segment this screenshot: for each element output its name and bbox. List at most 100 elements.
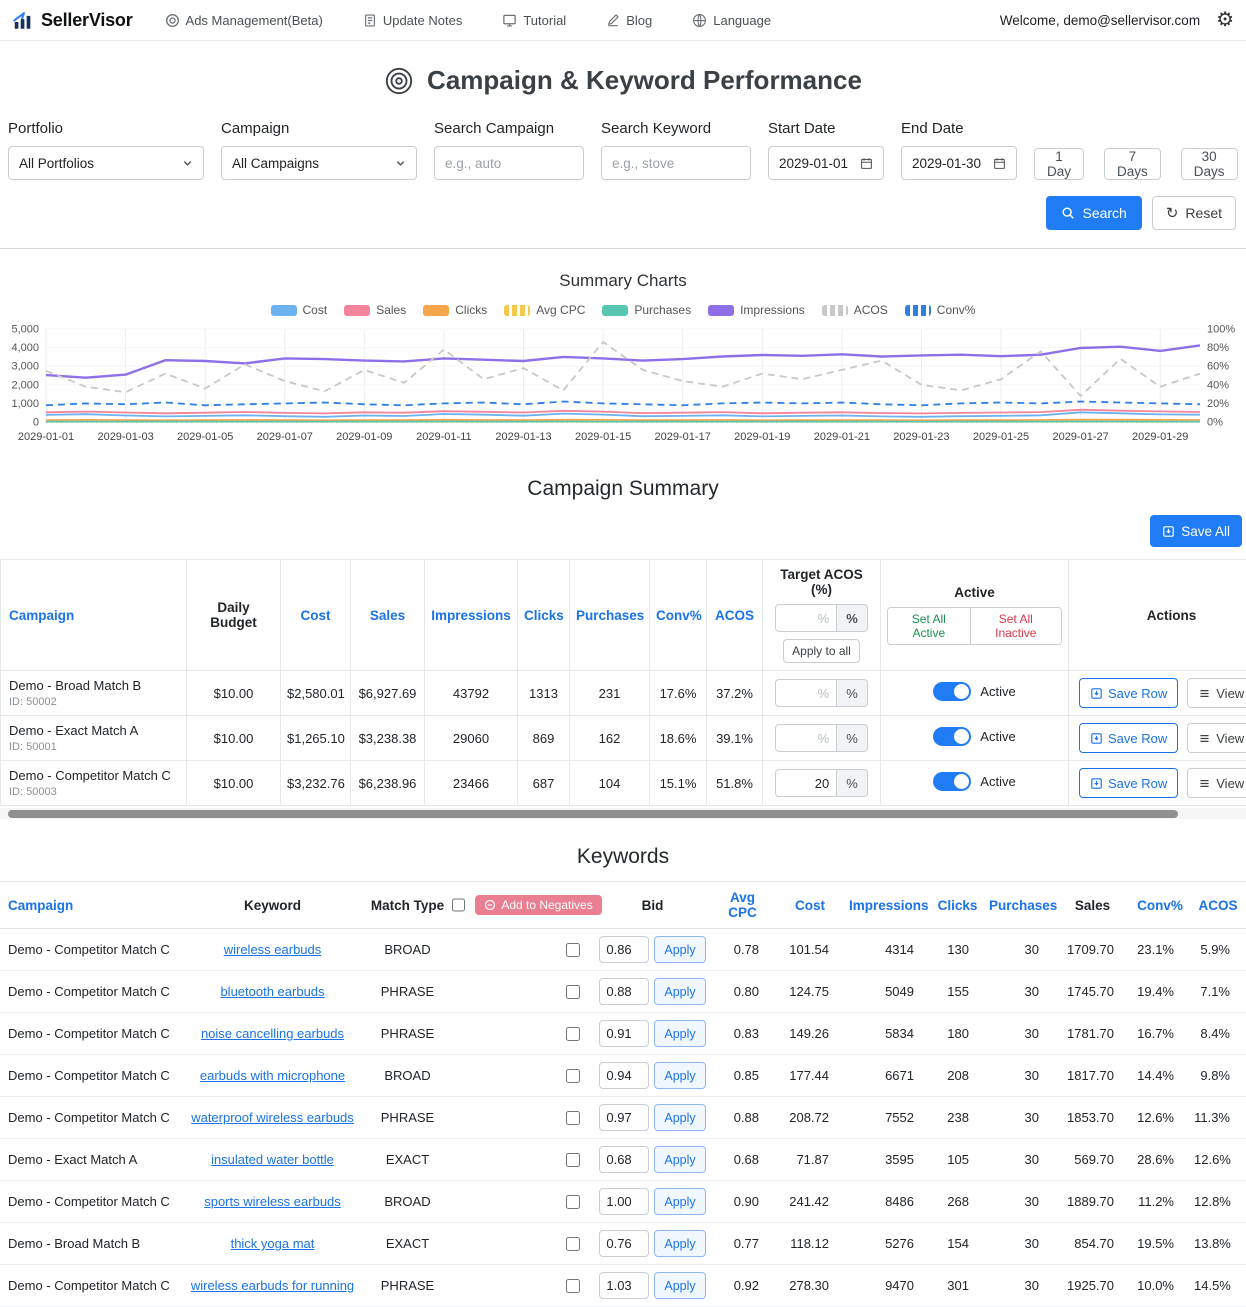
apply-bid-button[interactable]: Apply [654,1104,705,1131]
nav-blog[interactable]: Blog [606,13,652,28]
negative-keyword-checkbox[interactable] [566,985,580,999]
nav-tutorial[interactable]: Tutorial [502,13,566,28]
col-acos[interactable]: ACOS [707,560,763,671]
kw-col-purchases[interactable]: Purchases [985,882,1055,929]
negative-keyword-checkbox[interactable] [566,1153,580,1167]
keyword-link[interactable]: noise cancelling earbuds [201,1026,344,1041]
legend-item-purchases[interactable]: Purchases [602,303,691,317]
bid-input[interactable] [599,978,649,1005]
legend-item-acos[interactable]: ACOS [822,303,888,317]
keyword-link[interactable]: wireless earbuds [224,942,322,957]
nav-language[interactable]: Language [692,13,771,28]
save-row-button[interactable]: Save Row [1079,678,1178,708]
kw-col-impressions[interactable]: Impressions [845,882,930,929]
apply-bid-button[interactable]: Apply [654,1230,705,1257]
bid-input[interactable] [599,1146,649,1173]
keyword-link[interactable]: sports wireless earbuds [204,1194,341,1209]
bid-input[interactable] [599,1272,649,1299]
active-toggle[interactable] [933,727,971,746]
bid-input[interactable] [599,1188,649,1215]
bid-input[interactable] [599,1062,649,1089]
view-button[interactable]: View [1187,723,1246,753]
search-keyword-input[interactable] [601,146,751,180]
legend-item-cost[interactable]: Cost [271,303,328,317]
col-impressions[interactable]: Impressions [425,560,518,671]
col-sales[interactable]: Sales [351,560,425,671]
set-all-inactive-button[interactable]: Set All Inactive [971,608,1061,644]
target-acos-input[interactable] [775,769,837,797]
bid-input[interactable] [599,1230,649,1257]
col-conv[interactable]: Conv% [650,560,707,671]
range-1day-button[interactable]: 1 Day [1034,148,1084,180]
active-toggle[interactable] [933,682,971,701]
apply-bid-button[interactable]: Apply [654,1188,705,1215]
kw-col-conv[interactable]: Conv% [1130,882,1190,929]
negative-keyword-checkbox[interactable] [566,1111,580,1125]
apply-bid-button[interactable]: Apply [654,1146,705,1173]
bid-input[interactable] [599,1104,649,1131]
apply-bid-button[interactable]: Apply [654,1020,705,1047]
end-date-input[interactable]: 2029-01-30 [901,146,1017,180]
horizontal-scrollbar-track[interactable] [0,808,1246,819]
nav-update-notes[interactable]: Update Notes [363,13,463,28]
campaign-select[interactable]: All Campaigns [221,146,417,180]
keyword-link[interactable]: waterproof wireless earbuds [191,1110,354,1125]
col-clicks[interactable]: Clicks [518,560,570,671]
negative-keyword-checkbox[interactable] [566,1279,580,1293]
search-campaign-input[interactable] [434,146,584,180]
apply-bid-button[interactable]: Apply [654,1272,705,1299]
keyword-link[interactable]: insulated water bottle [211,1152,334,1167]
add-to-negatives-button[interactable]: Add to Negatives [475,895,601,915]
reset-button[interactable]: ↻ Reset [1152,196,1236,230]
legend-item-impressions[interactable]: Impressions [708,303,805,317]
range-30days-button[interactable]: 30 Days [1181,148,1238,180]
start-date-input[interactable]: 2029-01-01 [768,146,884,180]
bid-input[interactable] [599,1020,649,1047]
set-all-active-button[interactable]: Set All Active [888,608,971,644]
apply-to-all-button[interactable]: Apply to all [783,639,860,663]
brand[interactable]: SellerVisor [12,9,133,31]
kw-col-clicks[interactable]: Clicks [930,882,985,929]
legend-item-sales[interactable]: Sales [344,303,406,317]
negative-keyword-checkbox[interactable] [566,1237,580,1251]
col-cost[interactable]: Cost [281,560,351,671]
keyword-link[interactable]: earbuds with microphone [200,1068,345,1083]
kw-col-avg-cpc[interactable]: Avg CPC [710,882,775,929]
col-purchases[interactable]: Purchases [570,560,650,671]
negative-keyword-checkbox[interactable] [566,943,580,957]
portfolio-select[interactable]: All Portfolios [8,146,204,180]
legend-item-clicks[interactable]: Clicks [423,303,487,317]
view-button[interactable]: View [1187,678,1246,708]
apply-bid-button[interactable]: Apply [654,978,705,1005]
target-acos-all-input[interactable] [775,604,837,632]
kw-col-acos[interactable]: ACOS [1190,882,1246,929]
apply-bid-button[interactable]: Apply [654,936,705,963]
negative-keyword-checkbox[interactable] [566,1069,580,1083]
select-all-keywords-checkbox[interactable] [452,898,465,912]
keyword-link[interactable]: thick yoga mat [231,1236,315,1251]
target-acos-input[interactable] [775,724,837,752]
keyword-link[interactable]: bluetooth earbuds [220,984,324,999]
col-campaign[interactable]: Campaign [1,560,187,671]
save-row-button[interactable]: Save Row [1079,723,1178,753]
range-7days-button[interactable]: 7 Days [1104,148,1161,180]
search-button[interactable]: Search [1046,196,1141,230]
kw-col-campaign[interactable]: Campaign [0,882,185,929]
negative-keyword-checkbox[interactable] [566,1027,580,1041]
horizontal-scrollbar-thumb[interactable] [8,810,1178,818]
keyword-link[interactable]: wireless earbuds for running [191,1278,354,1293]
target-acos-input[interactable] [775,679,837,707]
conv-value: 12.6% [1130,1097,1190,1139]
save-row-button[interactable]: Save Row [1079,768,1178,798]
legend-item-conv-[interactable]: Conv% [905,303,976,317]
negative-keyword-checkbox[interactable] [566,1195,580,1209]
nav-ads-management[interactable]: Ads Management(Beta) [165,13,323,28]
kw-col-cost[interactable]: Cost [775,882,845,929]
save-all-button[interactable]: Save All [1150,515,1242,547]
active-toggle[interactable] [933,772,971,791]
legend-item-avg-cpc[interactable]: Avg CPC [504,303,585,317]
bid-input[interactable] [599,936,649,963]
apply-bid-button[interactable]: Apply [654,1062,705,1089]
view-button[interactable]: View [1187,768,1246,798]
gear-icon[interactable]: ⚙ [1216,10,1234,30]
